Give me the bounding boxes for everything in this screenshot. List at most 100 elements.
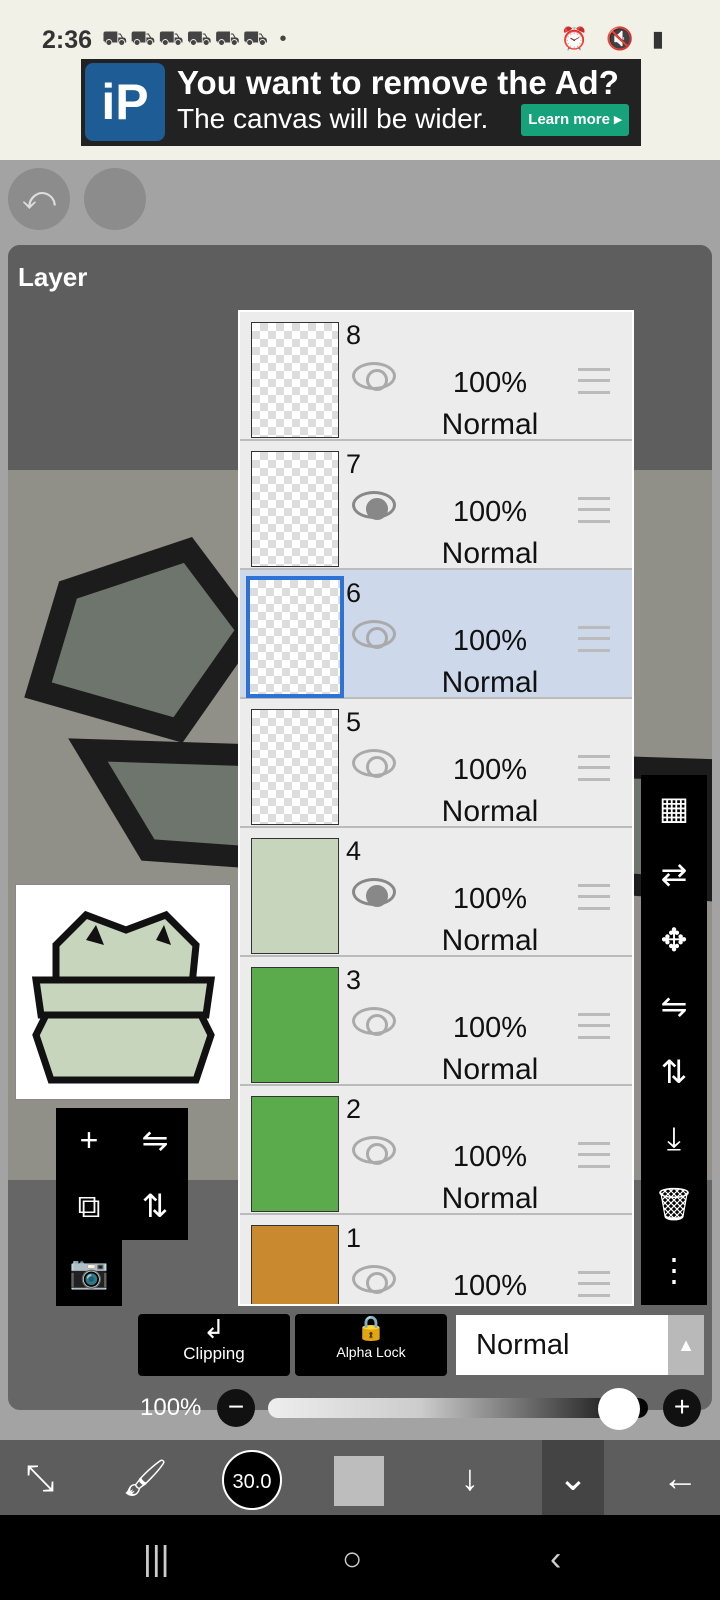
layer-opacity: 100% [452,496,528,528]
layer-row[interactable]: 4 100% Normal [240,828,632,957]
opacity-slider[interactable] [268,1398,648,1418]
eye-icon[interactable] [352,362,396,391]
layer-thumbnail[interactable] [251,322,339,438]
layer-thumbnail[interactable] [251,451,339,567]
layer-thumbnail[interactable] [251,1225,339,1304]
drag-handle-icon[interactable] [578,626,610,652]
layer-row[interactable]: 3 100% Normal [240,957,632,1086]
flip-vertical-icon[interactable]: ⇅ [122,1174,188,1240]
transform-tool-icon[interactable]: ⤡ [10,1440,70,1515]
ad-title: You want to remove the Ad? [177,64,619,101]
layer-row[interactable]: 1 100% Normal [240,1215,632,1304]
brush-size-button[interactable]: 30.0 [222,1450,282,1510]
ibispaint-logo: iP [85,63,165,141]
layer-tools: ▦ ⇄ ✥ ⇋ ⇅ ⤓ 🗑 ⋮ [641,775,707,1305]
layer-blend-mode: Normal [441,1053,539,1086]
layer-number: 5 [346,707,362,737]
eye-icon[interactable] [352,878,396,907]
back-arrow-icon[interactable]: ← [650,1440,710,1515]
drag-handle-icon[interactable] [578,1142,610,1168]
eye-icon[interactable] [352,1007,396,1036]
layer-opacity: 100% [452,625,528,657]
opacity-slider-handle[interactable] [598,1388,640,1430]
layer-number: 4 [346,836,362,866]
collapse-icon[interactable]: ⌄ [542,1440,604,1515]
arrow-down-icon[interactable]: ↓ [440,1440,500,1515]
clipping-icon: ↲ [203,1314,225,1344]
layer-number: 7 [346,449,362,479]
merge-down-icon[interactable]: ⤓ [641,1105,707,1171]
opacity-decrease-button[interactable]: − [217,1389,255,1427]
clipping-button[interactable]: ↲ Clipping [138,1314,290,1376]
status-bar: 2:36 ⛟⛟⛟⛟⛟⛟ • ⏰ 🔇 ▮ iP You want to remov… [0,0,720,160]
eye-icon[interactable] [352,491,396,520]
eye-icon[interactable] [352,749,396,778]
layer-opacity: 100% [452,1012,528,1044]
layer-list[interactable]: 8 100% Normal 7 100% Normal 6 100% Norma… [238,310,634,1306]
camera-icon[interactable]: 📷 [56,1240,122,1306]
layer-blend-mode: Normal [441,795,539,828]
move-icon[interactable]: ✥ [641,907,707,973]
learn-more-button[interactable]: Learn more ▸ [521,104,629,136]
add-layer-icon[interactable]: + [56,1108,122,1174]
blend-mode-select[interactable]: Normal [456,1315,668,1375]
layer-row[interactable]: 2 100% Normal [240,1086,632,1215]
layer-thumbnail[interactable] [246,576,344,698]
layer-thumbnail[interactable] [251,838,339,954]
layer-thumbnail[interactable] [251,1096,339,1212]
layer-row[interactable]: 8 100% Normal [240,312,632,441]
eye-icon[interactable] [352,1265,396,1294]
drag-handle-icon[interactable] [578,1271,610,1297]
notification-icons: ⛟⛟⛟⛟⛟⛟ • [102,28,290,50]
alpha-lock-button[interactable]: 🔒 Alpha Lock [295,1314,447,1376]
alpha-lock-label: Alpha Lock [336,1344,406,1360]
recent-apps-icon[interactable]: ||| [143,1540,170,1579]
drag-handle-icon[interactable] [578,1013,610,1039]
drag-handle-icon[interactable] [578,497,610,523]
layer-row[interactable]: 5 100% Normal [240,699,632,828]
layer-thumbnail[interactable] [251,967,339,1083]
brush-icon[interactable]: 🖌 [115,1440,175,1515]
layer-number: 2 [346,1094,362,1124]
drag-handle-icon[interactable] [578,755,610,781]
layer-number: 1 [346,1223,362,1253]
layer-row[interactable]: 6 100% Normal [240,570,632,699]
layer-number: 3 [346,965,362,995]
layer-blend-mode: Normal [441,537,539,570]
back-icon[interactable]: ‹ [550,1540,561,1579]
layer-thumbnail[interactable] [251,709,339,825]
layer-opacity: 100% [452,1270,528,1302]
opacity-label: 100% [140,1394,202,1421]
duplicate-layer-icon[interactable]: ⧉ [56,1174,122,1240]
clock: 2:36 [42,26,93,54]
layer-swap-icon[interactable]: ⇄ [641,841,707,907]
home-icon[interactable]: ○ [342,1540,363,1579]
layer-opacity: 100% [452,367,528,399]
eye-icon[interactable] [352,620,396,649]
flip-vertical-icon[interactable]: ⇅ [641,1039,707,1105]
color-swatch[interactable] [334,1456,384,1506]
undo-button[interactable]: ⤺ [8,168,70,230]
more-icon[interactable]: ⋮ [641,1237,707,1303]
layer-blend-mode: Normal [441,1182,539,1215]
ad-banner[interactable]: iP You want to remove the Ad? The canvas… [81,59,641,146]
blend-mode-arrow-icon[interactable]: ▲ [668,1315,704,1375]
flip-icon[interactable]: ⇋ [122,1108,188,1174]
transparency-icon[interactable]: ▦ [641,775,707,841]
eye-icon[interactable] [352,1136,396,1165]
drag-handle-icon[interactable] [578,884,610,910]
flip-horizontal-icon[interactable]: ⇋ [641,973,707,1039]
layer-row[interactable]: 7 100% Normal [240,441,632,570]
trash-icon[interactable]: 🗑 [641,1171,707,1237]
opacity-increase-button[interactable]: + [663,1389,701,1427]
redo-button[interactable] [84,168,146,230]
drag-handle-icon[interactable] [578,368,610,394]
system-icons: ⏰ 🔇 ▮ [560,26,670,51]
layer-number: 6 [346,578,362,608]
layer-opacity: 100% [452,1141,528,1173]
layer-blend-mode: Normal [441,924,539,957]
layer-blend-mode: Normal [441,408,539,441]
layer-opacity: 100% [452,883,528,915]
clipping-label: Clipping [183,1344,245,1363]
layer-opacity: 100% [452,754,528,786]
